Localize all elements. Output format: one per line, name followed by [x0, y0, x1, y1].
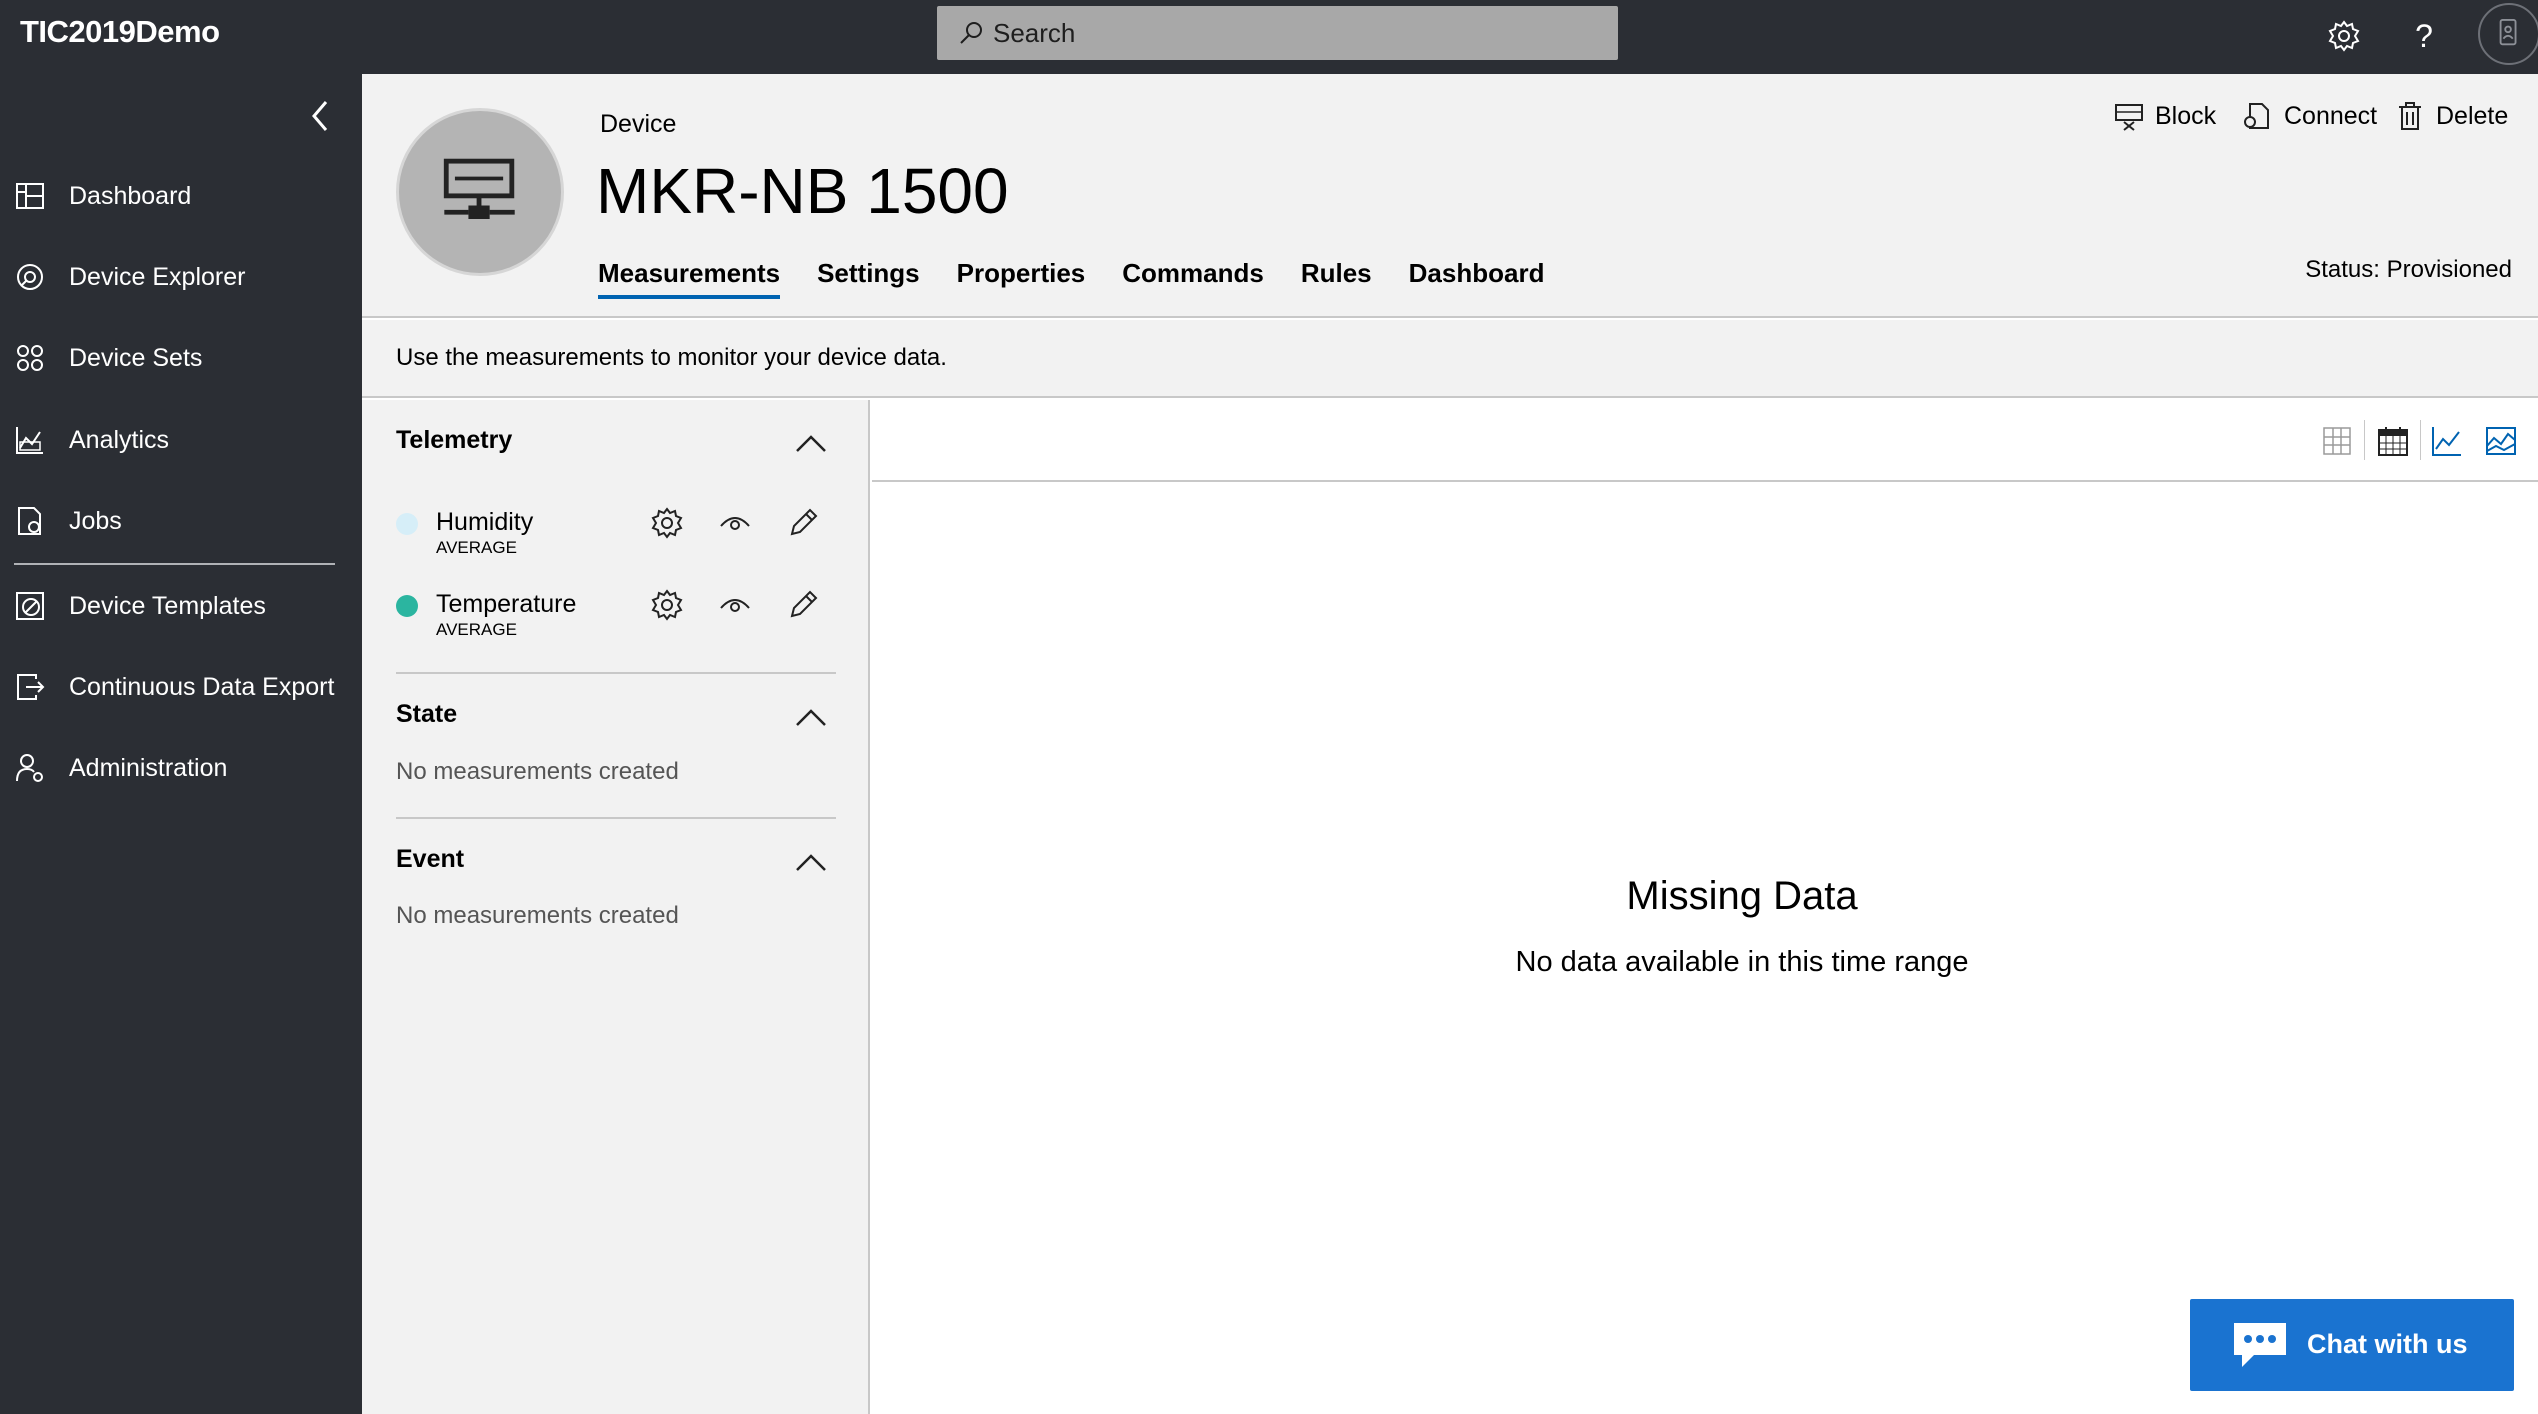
- trash-icon: [2399, 102, 2421, 130]
- toolbar-separator: [2364, 420, 2365, 460]
- block-label: Block: [2155, 101, 2217, 130]
- dashboard-icon: [16, 183, 44, 209]
- tab-commands[interactable]: Commands: [1122, 258, 1264, 299]
- sidebar-item-label: Jobs: [69, 506, 122, 535]
- device-explorer-icon: [17, 264, 43, 290]
- connect-label: Connect: [2284, 101, 2378, 130]
- settings-gear-icon[interactable]: [2324, 16, 2364, 56]
- toolbar-separator: [2420, 420, 2421, 460]
- sidebar-item-label: Dashboard: [69, 181, 192, 210]
- sidebar-item-label: Continuous Data Export: [69, 672, 335, 701]
- chat-with-us-button[interactable]: Chat with us: [2190, 1299, 2514, 1391]
- user-avatar[interactable]: [2478, 3, 2538, 65]
- humidity-color-dot: [396, 513, 418, 535]
- sidebar-item-continuous-data-export[interactable]: Continuous Data Export: [0, 657, 362, 717]
- missing-data-title: Missing Data: [1626, 874, 1858, 918]
- tab-rules[interactable]: Rules: [1301, 258, 1372, 299]
- administration-icon: [16, 754, 43, 782]
- device-templates-icon: [16, 592, 44, 620]
- area-chart-icon[interactable]: [2484, 424, 2518, 458]
- device-header: Device MKR-NB 1500 Measurements Settings…: [362, 74, 2538, 318]
- pencil-icon[interactable]: [786, 506, 820, 540]
- tab-settings[interactable]: Settings: [817, 258, 920, 299]
- device-type-label: Device: [600, 110, 677, 138]
- search-placeholder: Search: [993, 17, 1076, 48]
- measurement-name: Temperature: [436, 590, 577, 618]
- telemetry-item-temperature: Temperature AVERAGE: [396, 584, 836, 644]
- line-chart-icon[interactable]: [2430, 424, 2464, 458]
- measurement-aggregation: AVERAGE: [436, 620, 517, 639]
- tab-measurements[interactable]: Measurements: [598, 258, 781, 299]
- jobs-icon: [18, 507, 41, 535]
- eye-icon[interactable]: [718, 506, 752, 540]
- measurement-aggregation: AVERAGE: [436, 538, 517, 557]
- sidebar-item-label: Administration: [69, 753, 228, 782]
- tab-dashboard[interactable]: Dashboard: [1409, 258, 1545, 299]
- gear-icon[interactable]: [650, 588, 684, 622]
- telemetry-item-humidity: Humidity AVERAGE: [396, 502, 836, 562]
- device-status: Status: Provisioned: [2305, 256, 2512, 283]
- measurements-description-bar: Use the measurements to monitor your dev…: [362, 320, 2538, 398]
- section-divider: [396, 672, 836, 674]
- help-icon[interactable]: ?: [2404, 16, 2444, 56]
- collapse-sidebar-chevron-icon[interactable]: [306, 96, 334, 136]
- device-sets-icon: [17, 345, 43, 371]
- chevron-up-icon[interactable]: [794, 706, 828, 728]
- sidebar-item-dashboard[interactable]: Dashboard: [0, 166, 362, 226]
- sidebar-item-label: Device Explorer: [69, 262, 246, 291]
- calendar-icon[interactable]: [2376, 424, 2410, 458]
- tab-properties[interactable]: Properties: [957, 258, 1086, 299]
- measurement-name: Humidity: [436, 508, 534, 536]
- sidebar: Dashboard Device Explorer Device Sets An…: [0, 74, 362, 1414]
- sidebar-item-analytics[interactable]: Analytics: [0, 410, 362, 470]
- eye-icon[interactable]: [718, 588, 752, 622]
- delete-label: Delete: [2436, 101, 2509, 130]
- chat-bubble-icon: [2234, 1323, 2286, 1367]
- sidebar-item-administration[interactable]: Administration: [0, 738, 362, 798]
- state-section-title[interactable]: State: [396, 700, 457, 729]
- event-section-title[interactable]: Event: [396, 845, 464, 874]
- app-title[interactable]: TIC2019Demo: [20, 14, 220, 50]
- telemetry-section-title[interactable]: Telemetry: [396, 426, 512, 455]
- block-icon: [2115, 104, 2143, 131]
- device-name: MKR-NB 1500: [596, 155, 1009, 227]
- top-bar: TIC2019Demo Search ?: [0, 0, 2538, 74]
- search-box[interactable]: Search: [937, 6, 1618, 60]
- section-divider: [396, 817, 836, 819]
- temperature-color-dot: [396, 595, 418, 617]
- sidebar-item-device-explorer[interactable]: Device Explorer: [0, 247, 362, 307]
- sidebar-item-label: Analytics: [69, 425, 170, 454]
- block-button[interactable]: Block: [2113, 100, 2216, 132]
- event-empty-message: No measurements created: [396, 902, 679, 929]
- sidebar-item-device-sets[interactable]: Device Sets: [0, 328, 362, 388]
- measurements-panel: Telemetry Humidity AVERAGE Temperature A…: [362, 400, 870, 1414]
- chevron-up-icon[interactable]: [794, 432, 828, 454]
- pencil-icon[interactable]: [786, 588, 820, 622]
- user-icon: [2499, 19, 2517, 46]
- svg-text:?: ?: [2415, 18, 2433, 54]
- chart-toolbar: [872, 400, 2538, 482]
- device-icon: [443, 158, 515, 219]
- data-export-icon: [17, 674, 45, 700]
- sidebar-item-jobs[interactable]: Jobs: [0, 491, 362, 551]
- chevron-up-icon[interactable]: [794, 851, 828, 873]
- state-empty-message: No measurements created: [396, 758, 679, 785]
- delete-button[interactable]: Delete: [2394, 100, 2508, 132]
- sidebar-item-label: Device Templates: [69, 591, 266, 620]
- device-avatar: [396, 108, 564, 276]
- missing-data-subtitle: No data available in this time range: [1515, 946, 1969, 978]
- gear-icon[interactable]: [650, 506, 684, 540]
- connect-icon: [2244, 103, 2269, 129]
- grid-view-icon[interactable]: [2320, 424, 2354, 458]
- analytics-icon: [16, 427, 43, 454]
- chat-label: Chat with us: [2307, 1329, 2468, 1359]
- search-icon: [960, 22, 982, 44]
- sidebar-item-label: Device Sets: [69, 343, 203, 372]
- connect-button[interactable]: Connect: [2242, 100, 2377, 132]
- sidebar-divider: [14, 563, 335, 565]
- device-tabs: Measurements Settings Properties Command…: [598, 258, 1581, 299]
- sidebar-item-device-templates[interactable]: Device Templates: [0, 576, 362, 636]
- measurements-description: Use the measurements to monitor your dev…: [396, 344, 947, 371]
